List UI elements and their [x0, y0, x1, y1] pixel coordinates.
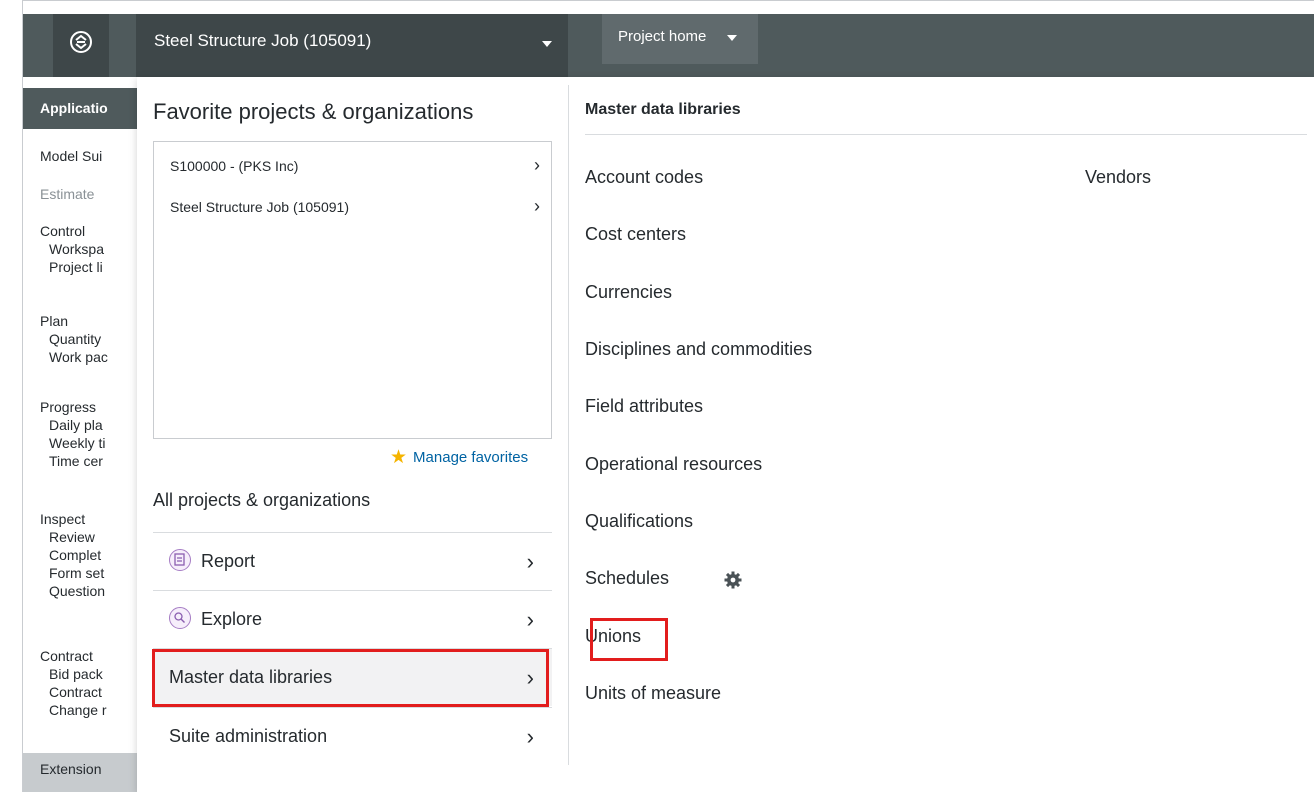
sidebar-section: Inspect — [40, 511, 86, 527]
library-link-currencies[interactable]: Currencies — [585, 282, 672, 303]
sidebar-item[interactable]: Workspa — [49, 241, 104, 257]
project-dropdown-menu: Favorite projects & organizations S10000… — [137, 77, 1314, 792]
project-home-button[interactable]: Project home — [602, 14, 758, 64]
library-link-operational-resources[interactable]: Operational resources — [585, 454, 762, 475]
divider — [585, 134, 1307, 135]
sidebar-item[interactable]: Daily pla — [49, 417, 103, 433]
project-title: Steel Structure Job (105091) — [154, 31, 372, 50]
manage-favorites-link[interactable]: ★ Manage favorites — [390, 445, 528, 468]
all-projects-link[interactable]: All projects & organizations — [153, 490, 370, 511]
library-link-disciplines[interactable]: Disciplines and commodities — [585, 339, 812, 360]
sidebar-item[interactable]: Change r — [49, 702, 107, 718]
sidebar-header[interactable]: Applicatio — [23, 88, 148, 129]
chevron-right-icon: › — [534, 155, 540, 175]
manage-favorites-label: Manage favorites — [413, 449, 529, 466]
library-link-units-of-measure[interactable]: Units of measure — [585, 683, 721, 704]
sidebar-item[interactable]: Work pac — [49, 349, 108, 365]
sidebar-section: Progress — [40, 399, 97, 415]
sidebar-item[interactable]: Bid pack — [49, 666, 103, 682]
menu-row-label: Suite administration — [169, 726, 328, 746]
master-data-title: Master data libraries — [585, 101, 741, 118]
favorites-list: S100000 - (PKS Inc) › Steel Structure Jo… — [153, 141, 552, 439]
library-link-unions[interactable]: Unions — [585, 626, 641, 647]
sidebar-item[interactable]: Form set — [49, 565, 104, 581]
gear-icon[interactable] — [723, 570, 743, 590]
menu-row-label: Master data libraries — [169, 667, 333, 687]
library-link-field-attributes[interactable]: Field attributes — [585, 396, 703, 417]
menu-row-explore[interactable]: Explore › — [153, 590, 552, 648]
sidebar-section: Control — [40, 223, 86, 239]
menu-row-master-data-libraries[interactable]: Master data libraries › — [153, 648, 552, 706]
app-logo-icon — [70, 31, 92, 53]
sidebar-item[interactable]: Model Sui — [40, 148, 102, 164]
sidebar-section: Plan — [40, 313, 69, 329]
menu-row-label: Report — [201, 551, 256, 571]
sidebar-item[interactable]: Complet — [49, 547, 101, 563]
favorite-item[interactable]: Steel Structure Job (105091) › — [170, 196, 542, 223]
menu-left-column: Favorite projects & organizations S10000… — [137, 77, 568, 792]
star-icon: ★ — [390, 447, 408, 468]
chevron-right-icon: › — [526, 724, 534, 749]
sidebar-extensions[interactable]: Extension — [23, 753, 148, 792]
sidebar-item[interactable]: Contract — [49, 684, 102, 700]
chevron-right-icon: › — [526, 665, 534, 690]
app-window: Steel Structure Job (105091) Project hom… — [22, 0, 1314, 792]
sidebar-item[interactable]: Time cer — [49, 453, 103, 469]
library-link-qualifications[interactable]: Qualifications — [585, 511, 693, 532]
app-logo[interactable] — [53, 14, 109, 77]
menu-row-report[interactable]: Report › — [153, 532, 552, 590]
library-link-account-codes[interactable]: Account codes — [585, 167, 703, 188]
library-link-schedules[interactable]: Schedules — [585, 568, 669, 589]
favorite-item[interactable]: S100000 - (PKS Inc) › — [170, 155, 542, 182]
menu-row-label: Explore — [201, 609, 263, 629]
chevron-right-icon: › — [526, 549, 534, 574]
chevron-right-icon: › — [534, 196, 540, 216]
favorites-title: Favorite projects & organizations — [153, 99, 474, 124]
library-link-vendors[interactable]: Vendors — [1085, 167, 1151, 188]
caret-down-icon — [542, 41, 552, 47]
favorite-item-label: S100000 - (PKS Inc) — [170, 158, 299, 174]
explore-icon — [169, 607, 191, 629]
sidebar-item[interactable]: Quantity — [49, 331, 101, 347]
project-selector[interactable]: Steel Structure Job (105091) — [136, 14, 568, 77]
library-link-cost-centers[interactable]: Cost centers — [585, 224, 686, 245]
sidebar-item: Estimate — [40, 186, 95, 202]
sidebar-item[interactable]: Weekly ti — [49, 435, 106, 451]
sidebar-item[interactable]: Question — [49, 583, 105, 599]
sidebar-section: Contract — [40, 648, 93, 664]
master-data-panel: Master data libraries Account codes Cost… — [569, 77, 1314, 792]
sidebar-item[interactable]: Project li — [49, 259, 103, 275]
project-home-label: Project home — [618, 28, 707, 45]
caret-down-icon — [727, 35, 737, 41]
sidebar-header-label: Applicatio — [40, 100, 108, 116]
sidebar-extensions-label: Extension — [40, 761, 102, 777]
chevron-right-icon: › — [526, 607, 534, 632]
menu-row-suite-administration[interactable]: Suite administration › — [153, 707, 552, 765]
sidebar: Applicatio Model Sui Estimate Control Wo… — [23, 77, 148, 792]
report-icon — [169, 549, 191, 571]
favorite-item-label: Steel Structure Job (105091) — [170, 199, 349, 215]
sidebar-item[interactable]: Review — [49, 529, 95, 545]
